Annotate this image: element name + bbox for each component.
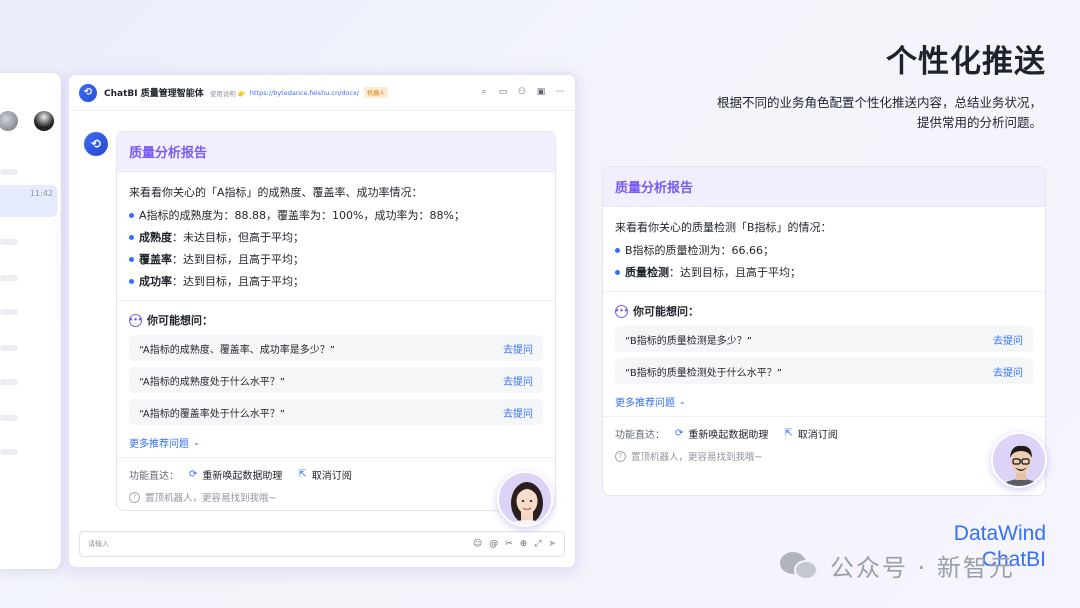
list-item-placeholder	[0, 345, 18, 351]
video-call-icon[interactable]: ▭	[498, 87, 508, 97]
ask-button[interactable]: 去提问	[993, 332, 1023, 347]
list-item-time: 11:42	[29, 189, 53, 198]
reawaken-assistant-button[interactable]: ⟳ 重新唤起数据助理	[189, 467, 282, 482]
quick-actions: 功能直达： ⟳ 重新唤起数据助理 ⇱ 取消订阅	[615, 421, 1033, 445]
window-icon[interactable]: ▣	[536, 87, 546, 97]
suggested-question[interactable]: “A指标的成熟度处于什么水平？” 去提问	[129, 367, 543, 393]
list-item: 覆盖率 ：达到目标，且高于平均；	[129, 248, 543, 270]
help-icon: ?	[129, 491, 140, 503]
chevron-down-icon: ⌄	[193, 437, 200, 447]
suggested-question[interactable]: “A指标的成熟度、覆盖率、成功率是多少？” 去提问	[129, 335, 543, 361]
unsubscribe-button[interactable]: ⇱ 取消订阅	[784, 426, 837, 441]
page-title: 个性化推送	[886, 44, 1046, 80]
list-item: 成功率 ：达到目标，且高于平均；	[129, 270, 543, 292]
ask-button[interactable]: 去提问	[503, 373, 533, 388]
quick-actions-label: 功能直达：	[615, 429, 665, 441]
reawaken-assistant-button[interactable]: ⟳ 重新唤起数据助理	[675, 426, 768, 441]
chat-title: ChatBI 质量管理智能体	[104, 89, 204, 99]
bot-badge: 机器人	[363, 87, 388, 98]
quick-actions-label: 功能直达：	[129, 470, 179, 482]
list-item: B指标的质量检测为：66.66；	[615, 239, 1033, 261]
refresh-icon: ⟳	[675, 427, 684, 439]
assistant-avatar-woman	[497, 471, 553, 527]
header-toolbar: ⌕ ▭ ⚇ ▣ ⋯	[479, 87, 565, 97]
add-icon[interactable]: ⊕	[520, 539, 528, 549]
list-item-placeholder	[0, 415, 18, 421]
help-icon: ?	[615, 450, 626, 462]
usage-guide-link[interactable]: https://bytedance.feishu.cn/docx/	[250, 89, 359, 97]
refresh-icon: ⟳	[189, 468, 198, 480]
pin-tip: ? 置顶机器人，更容易找到我哦~	[129, 486, 543, 508]
list-item: A指标的成熟度为：88.88，覆盖率为：100%，成功率为：88%；	[129, 204, 543, 226]
add-member-icon[interactable]: ⚇	[517, 87, 527, 97]
send-icon[interactable]: ➤	[548, 539, 556, 549]
chat-bubble-icon: •••	[129, 313, 142, 327]
list-item-placeholder	[0, 309, 18, 315]
chat-bubble-icon: •••	[615, 304, 628, 318]
list-item-placeholder	[0, 275, 18, 281]
contact-avatar[interactable]	[34, 111, 54, 131]
suggested-question[interactable]: “B指标的质量检测是多少？” 去提问	[615, 326, 1033, 352]
assistant-avatar-man	[991, 432, 1047, 488]
input-placeholder: 请输入	[88, 540, 109, 548]
emoji-icon[interactable]: ☺	[473, 539, 482, 549]
more-icon[interactable]: ⋯	[555, 87, 565, 97]
usage-guide-label: 使用说明 👉	[209, 89, 246, 98]
ask-button[interactable]: 去提问	[503, 341, 533, 356]
card-title: 质量分析报告	[603, 167, 1045, 207]
list-item: 成熟度 ：未达目标，但高于平均；	[129, 226, 543, 248]
more-questions-link[interactable]: 更多推荐问题 ⌄	[615, 390, 1033, 412]
chevron-down-icon: ⌄	[679, 396, 686, 406]
message-input[interactable]: 请输入 ☺ @ ✂ ⊕ ⤢ ➤	[79, 531, 565, 557]
chat-list-panel: 11:42	[0, 72, 62, 570]
input-toolbar: ☺ @ ✂ ⊕ ⤢ ➤	[473, 539, 556, 549]
mention-icon[interactable]: @	[489, 539, 498, 549]
card-intro: 来看看你关心的质量检测「B指标」的情况：	[615, 221, 832, 234]
list-item: 质量检测 ：达到目标，且高于平均；	[615, 261, 1033, 283]
chat-header: ⟲ ChatBI 质量管理智能体 使用说明 👉 https://bytedanc…	[69, 75, 575, 111]
bot-avatar[interactable]: ⟲	[84, 132, 108, 156]
watermark: 公众号 · 新智元	[780, 548, 1015, 583]
expand-icon[interactable]: ⤢	[534, 539, 541, 549]
pin-tip: ? 置顶机器人，更容易找到我哦~	[615, 445, 1033, 467]
suggested-questions-title: ••• 你可能想问：	[614, 304, 699, 318]
quick-actions: 功能直达： ⟳ 重新唤起数据助理 ⇱ 取消订阅	[129, 462, 543, 486]
wechat-icon	[780, 550, 820, 582]
card-intro: 来看看你关心的「A指标」的成熟度、覆盖率、成功率情况：	[129, 186, 423, 199]
report-card: 质量分析报告 来看看你关心的质量检测「B指标」的情况： B指标的质量检测为：66…	[602, 166, 1046, 496]
search-icon[interactable]: ⌕	[479, 87, 489, 97]
unsubscribe-button[interactable]: ⇱ 取消订阅	[298, 467, 351, 482]
contact-avatar[interactable]	[0, 111, 18, 131]
list-item-placeholder	[0, 449, 18, 455]
ask-button[interactable]: 去提问	[993, 364, 1023, 379]
chatbi-logo-icon: ⟲	[79, 83, 97, 102]
unsubscribe-icon: ⇱	[298, 468, 307, 480]
more-questions-link[interactable]: 更多推荐问题 ⌄	[129, 431, 543, 453]
suggested-questions-title: ••• 你可能想问：	[128, 313, 213, 327]
card-title: 质量分析报告	[117, 132, 555, 172]
suggested-question[interactable]: “B指标的质量检测处于什么水平？” 去提问	[615, 358, 1033, 384]
list-item-placeholder	[0, 169, 18, 175]
ask-button[interactable]: 去提问	[503, 405, 533, 420]
page-description: 根据不同的业务角色配置个性化推送内容，总结业务状况， 提供常用的分析问题。	[716, 95, 1042, 130]
unsubscribe-icon: ⇱	[784, 427, 793, 439]
report-card: 质量分析报告 来看看你关心的「A指标」的成熟度、覆盖率、成功率情况： A指标的成…	[116, 131, 556, 511]
list-item-placeholder	[0, 239, 18, 245]
scissors-icon[interactable]: ✂	[505, 539, 513, 549]
list-item-placeholder	[0, 379, 18, 385]
suggested-question[interactable]: “A指标的覆盖率处于什么水平？” 去提问	[129, 399, 543, 425]
